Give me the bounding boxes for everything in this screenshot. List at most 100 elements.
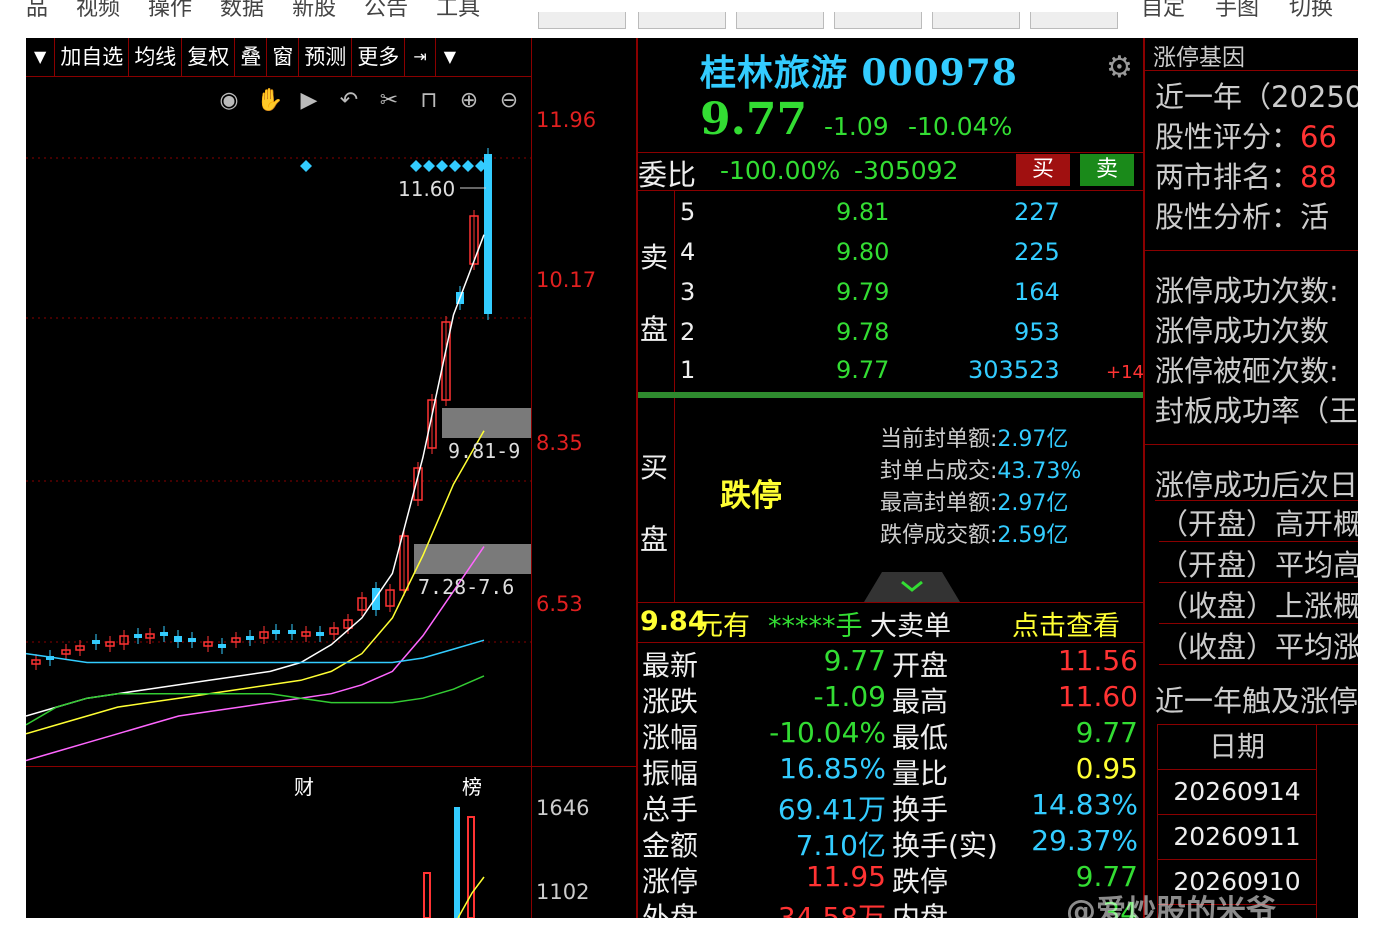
big-order-banner[interactable]: 9.84 元有 *****手 大卖单 点击查看: [638, 604, 1143, 642]
gear-icon[interactable]: ⚙: [1106, 50, 1133, 85]
divider: [638, 642, 1143, 643]
sell-side-label: 卖: [640, 241, 669, 274]
top-tab[interactable]: [538, 12, 626, 29]
limit-down-label: 跌停: [720, 478, 782, 514]
chart-area: ▼ 加自选 均线 复权 叠 窗 预测 更多 ⇥ ▼ ◉ ✋ ▶ ↶ ✂ ⊓ ⊕ …: [26, 38, 636, 918]
ask-level: 3: [680, 278, 696, 306]
top-tab[interactable]: [1030, 12, 1118, 29]
weibi-label: 委比: [638, 158, 697, 192]
ask-row[interactable]: 4 9.80 225: [680, 238, 1140, 276]
seal-metric-row: 最高封单额:2.97亿: [880, 491, 1069, 516]
menu-fragment[interactable]: 新股: [292, 0, 336, 26]
divider: [638, 152, 1143, 153]
quote-panel: 桂林旅游 000978 ⚙ 9.77 -1.09 -10.04% 委比 -100…: [636, 38, 1144, 918]
price-axis-label: 11.96: [536, 108, 597, 132]
stat-value: 29.37%: [1031, 824, 1138, 857]
kline-chart[interactable]: 11.60 9.81-9 7.28-7.6: [26, 76, 531, 766]
menu-fragment[interactable]: 工具: [436, 0, 480, 26]
collapse-panel-icon[interactable]: ⇥: [405, 38, 436, 76]
buy-button[interactable]: 买: [1016, 154, 1070, 186]
ma-lines-button[interactable]: 均线: [129, 38, 183, 76]
menu-fragment[interactable]: 切换: [1289, 0, 1333, 26]
view-big-order-link[interactable]: 点击查看: [1012, 604, 1120, 643]
seal-metric-row: 跌停成交额:2.59亿: [880, 523, 1069, 548]
window-button[interactable]: 窗: [267, 38, 300, 76]
high-label: 11.60: [398, 177, 455, 201]
stat-value: 69.41万: [777, 793, 886, 826]
menu-fragment[interactable]: 视频: [76, 0, 120, 26]
stat-label: 涨跌: [642, 685, 699, 718]
more-button[interactable]: 更多: [352, 38, 406, 76]
adjust-button[interactable]: 复权: [182, 38, 236, 76]
gene-success-count-2: 涨停成功次数: [1155, 314, 1330, 348]
top-tab[interactable]: [638, 12, 726, 29]
divider: [674, 398, 675, 602]
add-watchlist-button[interactable]: 加自选: [55, 38, 130, 76]
ask-level: 5: [680, 198, 696, 226]
big-order-type: 大卖单: [870, 611, 951, 642]
moving-average-lines: [26, 234, 485, 762]
sell-button[interactable]: 卖: [1080, 154, 1134, 186]
ask-price: 9.80: [836, 238, 890, 266]
stat-label: 涨停: [642, 865, 699, 898]
top-tab[interactable]: [736, 12, 824, 29]
seal-metrics: 当前封单额:2.97亿 封单占成交:43.73% 最高封单额:2.97亿 跌停成…: [880, 424, 1081, 552]
top-tab[interactable]: [834, 12, 922, 29]
menu-fragment[interactable]: 自定: [1141, 0, 1185, 26]
divider: [638, 190, 1143, 191]
stat-label: 换手: [892, 793, 949, 826]
stat-value: 11.56: [1057, 644, 1138, 677]
stat-value: 7.10亿: [795, 829, 886, 862]
menu-fragment[interactable]: 数据: [220, 0, 264, 26]
dropdown-arrow-icon[interactable]: ▼: [436, 38, 464, 76]
diamond-marker: [423, 160, 435, 172]
stat-value: -10.04%: [769, 716, 886, 749]
overlay-button[interactable]: 叠: [235, 38, 268, 76]
divider: [1145, 250, 1358, 251]
ask-volume: 164: [1014, 278, 1060, 306]
weibi-pct: -100.00%: [720, 156, 841, 185]
menu-fragment[interactable]: 公告: [364, 0, 408, 26]
gene-touch-title: 近一年触及涨停: [1155, 684, 1358, 718]
top-tab[interactable]: [932, 12, 1020, 29]
price-axis-label: 8.35: [536, 431, 583, 455]
stat-value: 9.77: [1075, 716, 1138, 749]
dropdown-arrow-icon[interactable]: ▼: [26, 38, 56, 76]
expand-tab[interactable]: [864, 572, 960, 602]
ask-price: 9.81: [836, 198, 890, 226]
stat-label: 内盘: [892, 901, 949, 918]
volume-bar: [467, 816, 475, 918]
table-row[interactable]: 20260914: [1158, 770, 1316, 815]
seal-metric-row: 封单占成交:43.73%: [880, 459, 1082, 484]
next-day-row: （开盘）高开概: [1159, 501, 1358, 542]
ask-row[interactable]: 1 9.77 303523 +14: [680, 356, 1144, 394]
volume-axis-label: 1646: [536, 796, 590, 820]
chart-toolbar: ▼ 加自选 均线 复权 叠 窗 预测 更多 ⇥ ▼: [26, 38, 531, 77]
volume-axis-label: 1102: [536, 880, 590, 904]
stat-label: 量比: [892, 757, 949, 790]
menu-fragment[interactable]: 品: [26, 0, 48, 26]
buy-side-label: 盘: [640, 523, 669, 556]
big-order-unit: 元有: [696, 611, 750, 642]
gene-success-count: 涨停成功次数:: [1155, 274, 1339, 308]
menu-fragment[interactable]: 操作: [148, 0, 192, 26]
ask-level: 1: [680, 356, 696, 384]
stat-label: 涨幅: [642, 721, 699, 754]
forecast-button[interactable]: 预测: [299, 38, 353, 76]
table-row[interactable]: 20260911: [1158, 815, 1316, 860]
volume-chart[interactable]: [26, 767, 531, 918]
price-change: -1.09: [824, 112, 889, 141]
divider: [1316, 725, 1317, 918]
ask-row[interactable]: 5 9.81 227: [680, 198, 1140, 236]
ask-price: 9.78: [836, 318, 890, 346]
ask-row[interactable]: 3 9.79 164: [680, 278, 1140, 316]
menu-fragment[interactable]: 手图: [1215, 0, 1259, 26]
stat-value: 16.85%: [779, 752, 886, 785]
buy-side-label: 买: [640, 451, 669, 484]
stat-row: 振幅 16.85% 量比 0.95: [642, 752, 1142, 790]
stat-label: 换手(实): [892, 829, 998, 862]
ask-volume: 303523: [968, 356, 1060, 384]
stat-row: 总手 69.41万 换手 14.83%: [642, 788, 1142, 826]
ask-row[interactable]: 2 9.78 953: [680, 318, 1140, 356]
volume-ma-line: [457, 876, 485, 918]
